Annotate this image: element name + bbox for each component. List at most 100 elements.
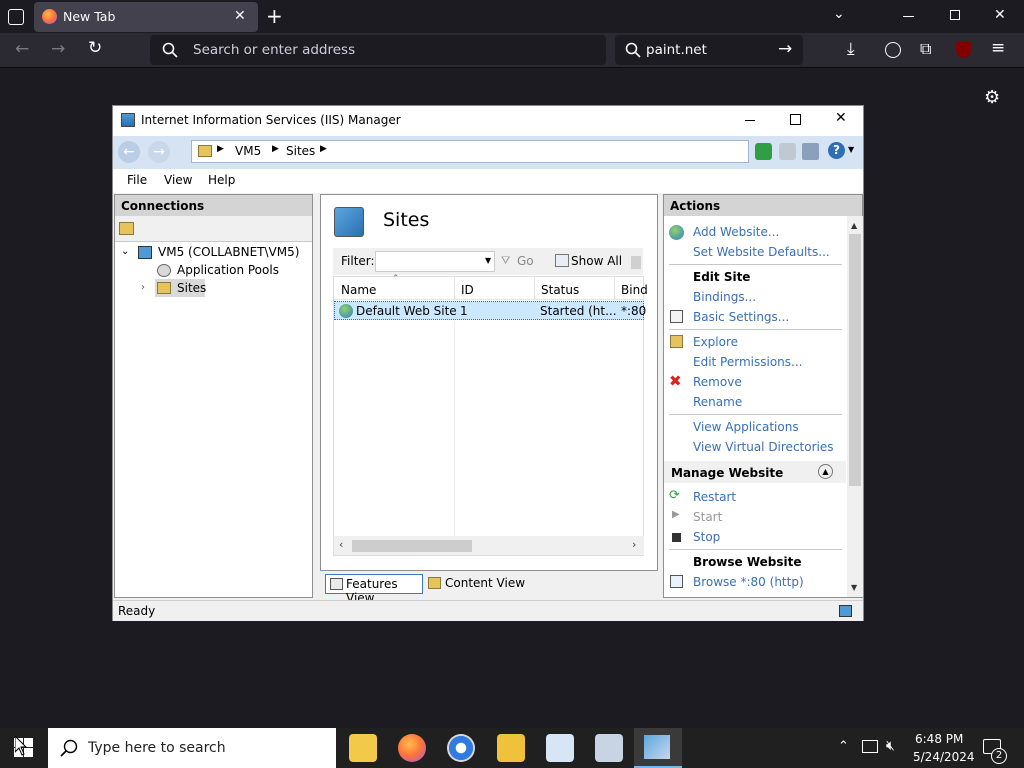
action-explore[interactable]: Explore (693, 335, 738, 349)
minimize-icon[interactable] (903, 16, 914, 17)
chevron-down-icon[interactable]: ⌄ (833, 7, 845, 21)
clock-time[interactable]: 6:48 PM (915, 732, 963, 746)
network-icon[interactable] (862, 740, 878, 753)
action-remove[interactable]: Remove (693, 375, 742, 389)
show-hidden-icons[interactable]: ⌃ (838, 739, 849, 754)
action-add-website[interactable]: Add Website... (693, 225, 779, 239)
stop-loading-icon[interactable] (779, 143, 796, 160)
content-view-tab[interactable]: Content View (426, 574, 536, 594)
scroll-left-icon[interactable]: ‹ (339, 538, 343, 551)
actions-scrollbar[interactable]: ▲ ▼ (847, 216, 863, 597)
file-explorer-icon[interactable] (349, 734, 377, 762)
col-binding[interactable]: Bind (621, 283, 648, 297)
action-browse-80[interactable]: Browse *:80 (http) (693, 575, 804, 589)
search-input[interactable]: paint.net (646, 42, 707, 58)
firefox-icon[interactable] (398, 734, 426, 762)
downloads-icon[interactable]: ⤓ (847, 41, 855, 58)
settings-gear-icon[interactable]: ⚙ (984, 89, 1000, 107)
show-all-button[interactable]: Show All (571, 254, 622, 268)
status-server-icon (839, 605, 852, 617)
action-edit-permissions[interactable]: Edit Permissions... (693, 355, 802, 369)
extensions-icon[interactable]: ⧉ (920, 41, 931, 57)
iis-back-icon[interactable]: ← (118, 141, 140, 163)
volume-muted-icon[interactable]: 🔇︎ (886, 738, 895, 754)
table-row[interactable]: Default Web Site 1 Started (ht... *:80 (334, 301, 646, 320)
search-bar[interactable]: paint.net → (615, 35, 803, 65)
expand-chevron-icon[interactable]: ⌄ (121, 246, 129, 257)
forward-icon[interactable]: → (51, 41, 65, 58)
collapse-section-icon[interactable]: ▲ (818, 464, 833, 479)
action-bindings[interactable]: Bindings... (693, 290, 756, 304)
col-id[interactable]: ID (461, 283, 474, 297)
filter-input[interactable]: ▼ (375, 251, 495, 272)
action-start[interactable]: Start (693, 510, 722, 524)
actions-scroll-thumb[interactable] (849, 234, 861, 486)
ublock-icon[interactable] (956, 41, 971, 58)
horizontal-scrollbar[interactable]: ‹ › (334, 536, 644, 555)
connect-icon[interactable] (119, 222, 134, 235)
go-arrow-icon[interactable]: → (778, 41, 792, 58)
breadcrumb-vm5[interactable]: VM5 (235, 144, 261, 158)
breadcrumb-arrow-icon: ▶ (320, 144, 327, 154)
iis-forward-icon[interactable]: → (148, 141, 170, 163)
col-status[interactable]: Status (541, 283, 579, 297)
menu-help[interactable]: Help (208, 173, 235, 187)
taskbar-search[interactable]: Type here to search (48, 728, 336, 768)
filter-dropdown-icon[interactable]: ▼ (485, 256, 491, 265)
tree-application-pools[interactable]: Application Pools (177, 263, 279, 277)
iis-close-icon[interactable]: ✕ (835, 110, 847, 126)
go-button[interactable]: Go (517, 254, 534, 268)
scroll-thumb[interactable] (352, 540, 472, 552)
filter-overflow-icon[interactable] (631, 256, 641, 269)
iis-minimize-icon[interactable] (745, 120, 755, 121)
col-divider[interactable] (614, 277, 615, 300)
menu-view[interactable]: View (164, 173, 192, 187)
account-icon[interactable] (885, 42, 901, 58)
features-view-tab[interactable]: Features View (325, 574, 423, 605)
scroll-up-icon[interactable]: ▲ (851, 221, 857, 230)
tree-sites[interactable]: Sites (177, 281, 206, 295)
browser-tab[interactable]: New Tab ✕ (34, 2, 258, 32)
scroll-right-icon[interactable]: › (632, 538, 636, 551)
chrome-icon[interactable] (447, 734, 475, 762)
home-icon[interactable] (802, 143, 819, 160)
scroll-down-icon[interactable]: ▼ (851, 583, 857, 592)
action-restart[interactable]: Restart (693, 490, 736, 504)
url-input[interactable]: Search or enter address (193, 42, 355, 58)
app-icon[interactable] (595, 734, 623, 762)
restore-icon[interactable] (950, 10, 960, 20)
menu-icon[interactable]: ≡ (991, 40, 1005, 57)
new-tab-icon[interactable]: + (266, 6, 283, 26)
iis-taskbar-button[interactable] (634, 728, 682, 768)
menu-file[interactable]: File (127, 173, 147, 187)
tree-server[interactable]: VM5 (COLLABNET\VM5) (158, 245, 299, 259)
back-icon[interactable]: ← (15, 41, 29, 58)
clock-date[interactable]: 5/24/2024 (913, 750, 975, 764)
iis-maximize-icon[interactable] (790, 114, 801, 125)
col-divider[interactable] (454, 277, 455, 300)
refresh-icon[interactable] (755, 143, 772, 160)
action-rename[interactable]: Rename (693, 395, 742, 409)
close-tab-icon[interactable]: ✕ (234, 9, 246, 23)
breadcrumb-arrow-icon: ▶ (272, 144, 279, 154)
col-name[interactable]: Name (341, 283, 376, 297)
taskbar-search-input[interactable]: Type here to search (88, 740, 226, 756)
tab-list-icon[interactable] (8, 9, 24, 25)
reload-icon[interactable]: ↻ (88, 40, 102, 57)
wasp-app-icon[interactable] (497, 734, 525, 762)
actions-panel: Actions ▲ ▼ Add Website... Set Website D… (663, 194, 863, 598)
close-window-icon[interactable]: ✕ (994, 8, 1006, 22)
paint-net-icon[interactable] (546, 734, 574, 762)
action-basic-settings[interactable]: Basic Settings... (693, 310, 789, 324)
breadcrumb-sites[interactable]: Sites (286, 144, 315, 158)
col-divider[interactable] (534, 277, 535, 300)
action-view-applications[interactable]: View Applications (693, 420, 799, 434)
action-set-defaults[interactable]: Set Website Defaults... (693, 245, 830, 259)
iis-breadcrumb[interactable]: ▶ VM5 ▶ Sites ▶ (191, 140, 749, 163)
action-view-virtual-dirs[interactable]: View Virtual Directories (693, 440, 834, 454)
collapse-chevron-icon[interactable]: › (141, 282, 145, 293)
help-dropdown-icon[interactable]: ▼ (848, 145, 854, 154)
url-bar[interactable]: Search or enter address (150, 35, 606, 65)
action-stop[interactable]: Stop (693, 530, 720, 544)
help-icon[interactable]: ? (828, 142, 845, 159)
